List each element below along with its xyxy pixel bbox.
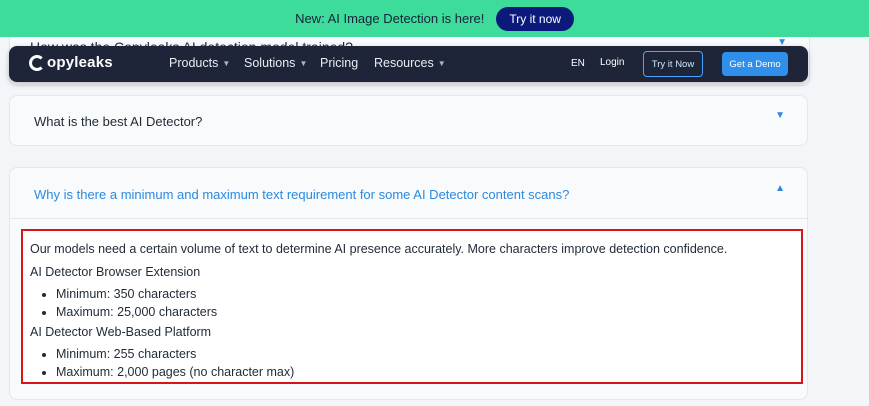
nav-label: Solutions xyxy=(244,56,296,70)
caret-down-icon: ▼ xyxy=(437,58,446,68)
list-item: Minimum: 350 characters xyxy=(56,285,793,303)
try-it-now-button[interactable]: Try it Now xyxy=(643,51,703,77)
promo-try-button[interactable]: Try it now xyxy=(496,6,574,31)
chevron-up-icon: ▲ xyxy=(775,183,785,194)
faq-header[interactable]: Why is there a minimum and maximum text … xyxy=(10,168,807,219)
nav-resources[interactable]: Resources ▼ xyxy=(374,56,446,70)
promo-banner: New: AI Image Detection is here! Try it … xyxy=(0,0,869,37)
login-link[interactable]: Login xyxy=(600,57,624,68)
chevron-down-icon: ▼ xyxy=(775,110,785,121)
get-demo-button[interactable]: Get a Demo xyxy=(722,52,788,76)
nav-products[interactable]: Products ▼ xyxy=(169,56,230,70)
faq-question: What is the best AI Detector? xyxy=(34,114,203,129)
copyleaks-logo[interactable]: opyleaks xyxy=(29,54,113,71)
answer-bullet-list: Minimum: 255 characters Maximum: 2,000 p… xyxy=(30,345,793,381)
nav-label: Products xyxy=(169,56,219,70)
list-item: Maximum: 25,000 characters xyxy=(56,303,793,321)
list-item: Minimum: 255 characters xyxy=(56,345,793,363)
faq-question: Why is there a minimum and maximum text … xyxy=(34,187,570,202)
answer-bullet-list: Minimum: 350 characters Maximum: 25,000 … xyxy=(30,285,793,321)
caret-down-icon: ▼ xyxy=(299,58,308,68)
nav-label: Resources xyxy=(374,56,434,70)
faq-item[interactable]: What is the best AI Detector? ▼ xyxy=(9,95,808,146)
promo-text: New: AI Image Detection is here! xyxy=(295,11,485,26)
caret-down-icon: ▼ xyxy=(222,58,231,68)
logo-text: opyleaks xyxy=(47,54,113,71)
nav-pricing[interactable]: Pricing xyxy=(320,56,358,70)
answer-section-title: AI Detector Browser Extension xyxy=(30,265,201,279)
main-navbar: opyleaks Products ▼ Solutions ▼ Pricing … xyxy=(9,46,808,82)
logo-c-icon xyxy=(29,54,45,71)
nav-label: Pricing xyxy=(320,56,359,70)
faq-answer-highlight: Our models need a certain volume of text… xyxy=(21,229,803,384)
list-item: Maximum: 2,000 pages (no character max) xyxy=(56,363,793,381)
nav-solutions[interactable]: Solutions ▼ xyxy=(244,56,307,70)
answer-intro: Our models need a certain volume of text… xyxy=(30,242,728,256)
language-selector[interactable]: EN xyxy=(571,58,585,69)
answer-section-title: AI Detector Web-Based Platform xyxy=(30,325,212,339)
